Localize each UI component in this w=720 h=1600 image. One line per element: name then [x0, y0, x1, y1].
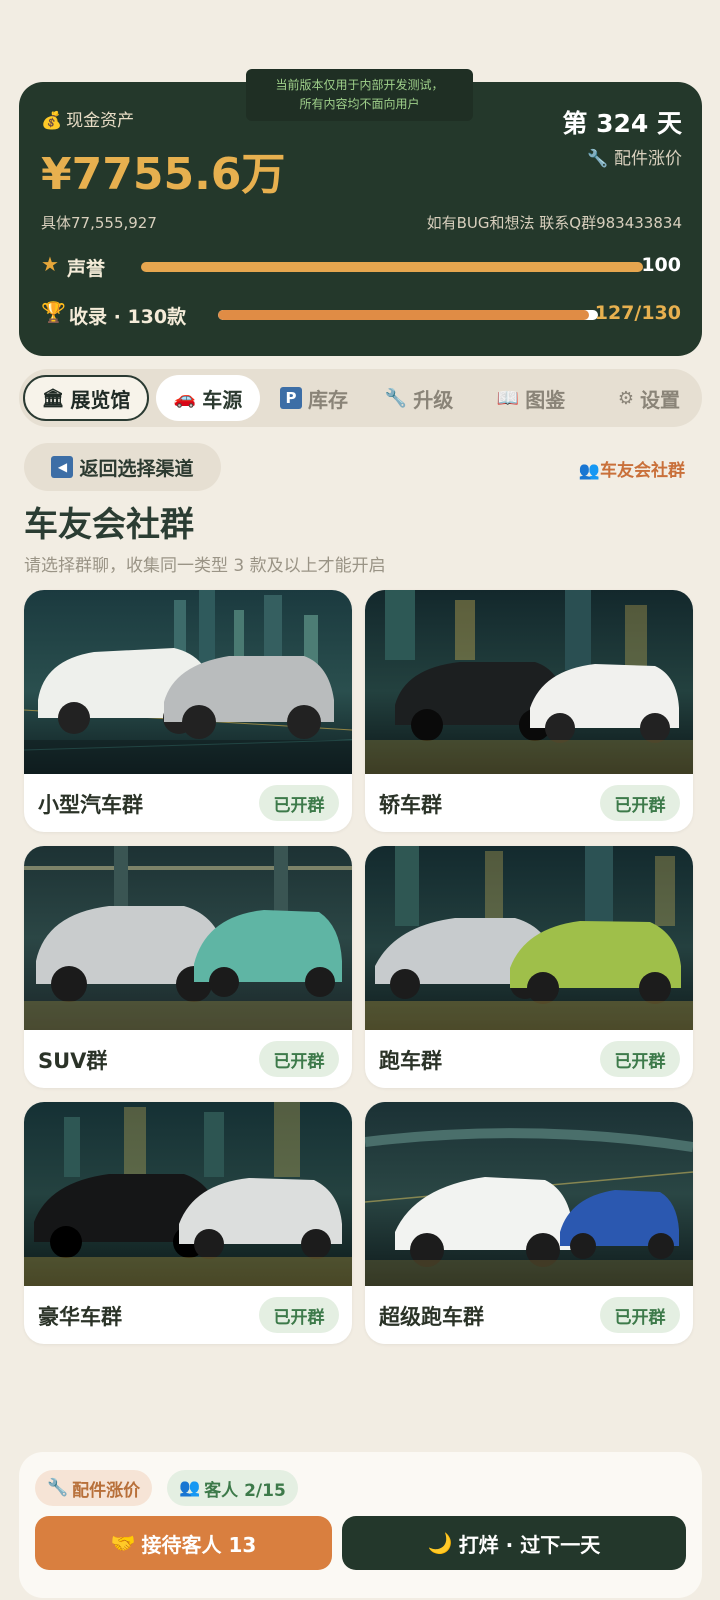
status-badge: 已开群 — [600, 785, 680, 821]
group-card-sedan[interactable]: 轿车群 已开群 — [365, 590, 693, 832]
dev-notice-line2: 所有内容均不面向用户 — [299, 97, 420, 111]
money-bag-icon: 💰 — [41, 111, 63, 131]
parts-rise-chip: 🔧 配件涨价 — [35, 1470, 153, 1506]
tab-settings[interactable]: ⚙ 设置 — [604, 375, 694, 421]
page-subtitle: 请选择群聊，收集同一类型 3 款及以上才能开启 — [24, 556, 386, 576]
group-card-suv[interactable]: SUV群 已开群 — [24, 846, 352, 1088]
tab-inventory-label: 库存 — [308, 387, 348, 412]
parts-rise-text: 配件涨价 — [614, 149, 682, 169]
status-badge: 已开群 — [600, 1041, 680, 1077]
stats-card: 💰 现金资产 ¥7755.6万 第 324 天 🔧 配件涨价 具体77,555,9… — [19, 82, 702, 356]
collection-label: 收录 · 130款 — [69, 306, 187, 328]
guests-chip-label: 客人 2/15 — [204, 1480, 286, 1501]
guests-chip: 👥 客人 2/15 — [167, 1470, 298, 1506]
tab-car-source[interactable]: 🚗 车源 — [156, 375, 260, 421]
tab-upgrade-label: 升级 — [413, 387, 454, 412]
group-name: SUV群 — [38, 1049, 108, 1073]
back-button-label: 返回选择渠道 — [79, 457, 194, 480]
status-badge: 已开群 — [259, 785, 339, 821]
receive-guests-label: 接待客人 13 — [141, 1532, 257, 1557]
star-icon: ★ — [41, 252, 59, 276]
group-card-small-car[interactable]: 小型汽车群 已开群 — [24, 590, 352, 832]
collection-value: 127/130 — [594, 302, 681, 324]
moon-icon: 🌙 — [427, 1531, 453, 1555]
tab-inventory[interactable]: P 库存 — [269, 375, 359, 421]
dev-notice-line1: 当前版本仅用于内部开发测试， — [275, 78, 444, 92]
reputation-label: 声誉 — [67, 258, 106, 280]
car-icon: 🚗 — [173, 387, 197, 409]
car-image — [24, 590, 352, 774]
parking-icon: P — [280, 387, 302, 409]
group-card-luxury[interactable]: 豪华车群 已开群 — [24, 1102, 352, 1344]
tab-exhibition[interactable]: 🏛 展览馆 — [23, 375, 149, 421]
tab-upgrade[interactable]: 🔧 升级 — [374, 375, 464, 421]
car-image — [365, 590, 693, 774]
car-image — [365, 846, 693, 1030]
group-name: 轿车群 — [379, 793, 442, 817]
bottom-action-bar: 🔧 配件涨价 👥 客人 2/15 🤝 接待客人 13 🌙 打烊 · 过下一天 — [19, 1452, 702, 1598]
back-button[interactable]: ◀ 返回选择渠道 — [24, 443, 221, 491]
status-badge: 已开群 — [259, 1297, 339, 1333]
dev-notice: 当前版本仅用于内部开发测试， 所有内容均不面向用户 — [246, 69, 473, 121]
gear-icon: ⚙ — [617, 387, 635, 409]
tab-settings-label: 设置 — [640, 387, 681, 412]
group-name: 豪华车群 — [38, 1305, 122, 1329]
car-image — [24, 1102, 352, 1286]
tab-car-source-label: 车源 — [202, 387, 243, 412]
cash-label: 💰 现金资产 — [41, 106, 134, 131]
tab-catalog[interactable]: 📖 图鉴 — [486, 375, 576, 421]
handshake-icon: 🤝 — [110, 1531, 136, 1555]
cash-value: ¥7755.6万 — [41, 149, 286, 200]
cash-label-text: 现金资产 — [66, 111, 135, 131]
collection-row: 🏆 收录 · 130款 127/130 — [41, 300, 681, 330]
collection-bar — [218, 310, 598, 320]
tab-catalog-label: 图鉴 — [525, 387, 566, 412]
trophy-icon: 🏆 — [41, 300, 66, 324]
book-icon: 📖 — [496, 387, 520, 409]
car-image — [365, 1102, 693, 1286]
reputation-value: 100 — [641, 254, 681, 276]
collection-bar-fill — [218, 310, 590, 320]
people-icon: 👥 — [578, 461, 600, 481]
main-nav: 🏛 展览馆 🚗 车源 P 库存 🔧 升级 📖 图鉴 ⚙ 设置 — [19, 369, 702, 427]
group-card-supercar[interactable]: 超级跑车群 已开群 — [365, 1102, 693, 1344]
back-arrow-icon: ◀ — [51, 456, 74, 478]
receive-guests-button[interactable]: 🤝 接待客人 13 — [35, 1516, 332, 1570]
wrench-icon: 🔧 — [384, 387, 408, 409]
bug-contact: 如有BUG和想法 联系Q群983433834 — [426, 214, 682, 232]
next-day-label: 打烊 · 过下一天 — [458, 1532, 601, 1557]
museum-icon: 🏛 — [41, 387, 65, 409]
group-name: 超级跑车群 — [379, 1305, 484, 1329]
tab-exhibition-label: 展览馆 — [70, 387, 131, 412]
group-card-sports-car[interactable]: 跑车群 已开群 — [365, 846, 693, 1088]
next-day-button[interactable]: 🌙 打烊 · 过下一天 — [342, 1516, 686, 1570]
wrench-icon: 🔧 — [587, 149, 609, 169]
community-link[interactable]: 👥车友会社群 — [579, 456, 685, 481]
people-icon: 👥 — [179, 1478, 201, 1498]
wrench-icon: 🔧 — [47, 1478, 69, 1498]
group-name: 小型汽车群 — [38, 793, 143, 817]
parts-chip-label: 配件涨价 — [72, 1480, 141, 1501]
reputation-bar — [141, 262, 643, 272]
group-name: 跑车群 — [379, 1049, 442, 1073]
status-badge: 已开群 — [600, 1297, 680, 1333]
community-link-label: 车友会社群 — [600, 461, 685, 481]
car-image — [24, 846, 352, 1030]
exact-cash: 具体77,555,927 — [41, 214, 157, 232]
reputation-row: ★ 声誉 100 — [41, 252, 681, 282]
parts-rise-indicator: 🔧 配件涨价 — [587, 144, 682, 169]
day-counter: 第 324 天 — [562, 109, 682, 138]
page-title: 车友会社群 — [24, 505, 194, 545]
status-badge: 已开群 — [259, 1041, 339, 1077]
